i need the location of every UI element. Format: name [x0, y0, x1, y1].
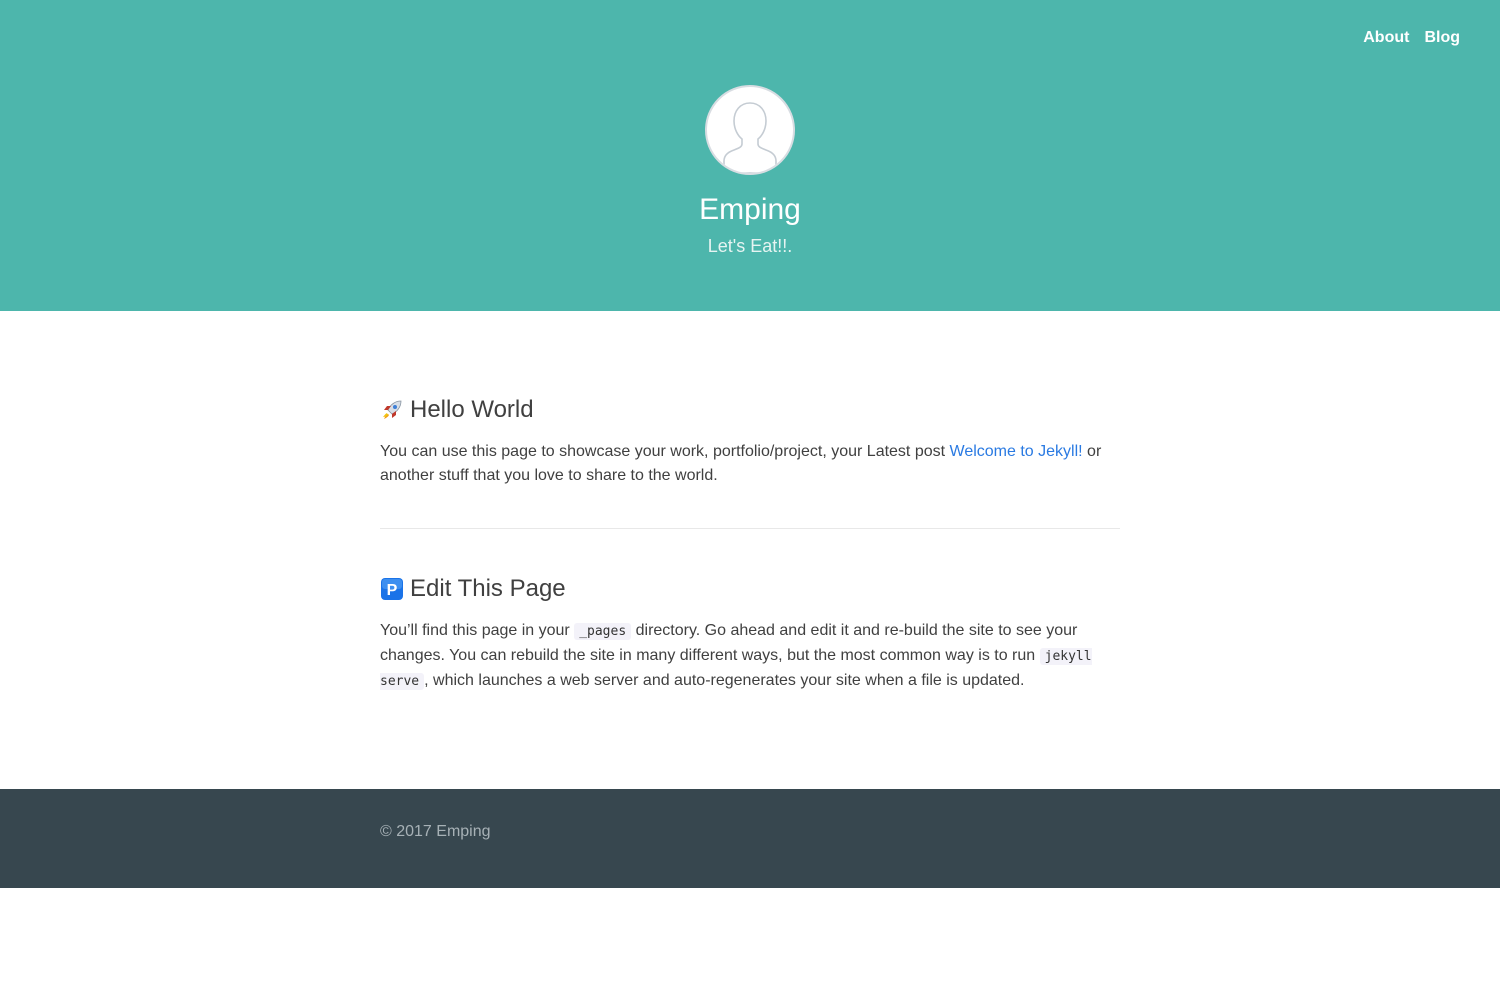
rocket-icon: [383, 400, 402, 419]
edit-page-section: P Edit This Page You’ll find this page i…: [380, 573, 1120, 694]
nav-about-link[interactable]: About: [1363, 29, 1409, 47]
avatar: [705, 85, 795, 175]
hello-world-section: Hello World You can use this page to sho…: [380, 394, 1120, 488]
site-title: Emping: [699, 193, 801, 226]
body-text: , which launches a web server and auto-r…: [424, 672, 1025, 689]
section-divider: [380, 528, 1120, 529]
body-text: You can use this page to showcase your w…: [380, 443, 950, 460]
section-body: You can use this page to showcase your w…: [380, 440, 1120, 488]
section-heading: P Edit This Page: [380, 573, 1120, 605]
body-text: You’ll find this page in your: [380, 622, 575, 639]
site-header: About Blog Emping Let's Eat!!.: [0, 0, 1500, 311]
main-content: Hello World You can use this page to sho…: [380, 311, 1120, 789]
section-heading-text: Edit This Page: [410, 575, 566, 602]
code-pages: _pages: [574, 623, 632, 640]
top-nav: About Blog: [1363, 29, 1460, 47]
site-tagline: Let's Eat!!.: [707, 236, 793, 256]
footer-copyright: © 2017 Emping: [380, 823, 491, 840]
section-heading-text: Hello World: [410, 396, 534, 423]
section-heading: Hello World: [380, 394, 1120, 426]
section-body: You’ll find this page in your _pages dir…: [380, 619, 1120, 694]
site-footer: © 2017 Emping: [0, 789, 1500, 888]
p-button-icon: P: [381, 578, 403, 600]
user-silhouette-icon: [723, 102, 777, 173]
nav-blog-link[interactable]: Blog: [1424, 29, 1460, 47]
svg-text:P: P: [387, 582, 398, 599]
welcome-post-link[interactable]: Welcome to Jekyll!: [950, 443, 1083, 460]
